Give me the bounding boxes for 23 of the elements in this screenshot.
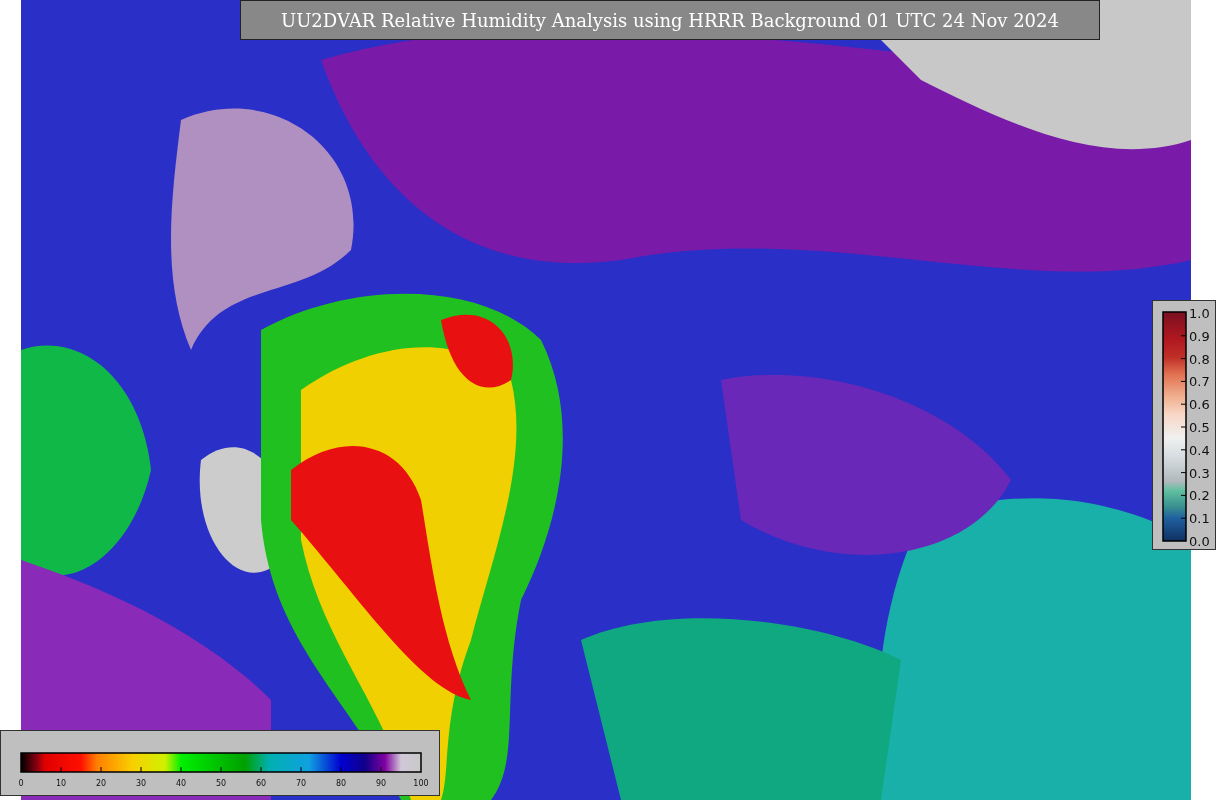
tick-label: 0.0 <box>1189 534 1210 549</box>
tick-label: 0.8 <box>1189 351 1210 367</box>
tick-label: 0.3 <box>1189 465 1210 481</box>
tick-label: 0.6 <box>1189 397 1210 413</box>
tick-label: 0.2 <box>1189 488 1210 504</box>
tick-label: 0.9 <box>1189 328 1210 344</box>
tick-label: 0.5 <box>1189 420 1210 435</box>
tick-label: 80 <box>335 779 347 788</box>
tick-label: 0.7 <box>1189 374 1210 390</box>
tick-label: 0.4 <box>1189 442 1210 458</box>
tick-label: 50 <box>215 779 227 788</box>
tick-label: 20 <box>95 779 107 788</box>
tick-label: 40 <box>175 779 187 788</box>
tick-label: 100 <box>413 779 429 788</box>
tick-label: 90 <box>375 779 387 788</box>
tick-label: 0.1 <box>1189 511 1210 527</box>
tick-label: 0 <box>18 779 24 788</box>
tick-label: 1.0 <box>1189 306 1210 321</box>
tick-label: 30 <box>135 779 147 788</box>
tick-label: 70 <box>295 779 307 788</box>
tick-label: 60 <box>255 779 267 788</box>
tick-label: 10 <box>55 779 67 788</box>
map-title: UU2DVAR Relative Humidity Analysis using HRRR Background 01 UTC 24 Nov 2024 <box>240 0 1100 40</box>
